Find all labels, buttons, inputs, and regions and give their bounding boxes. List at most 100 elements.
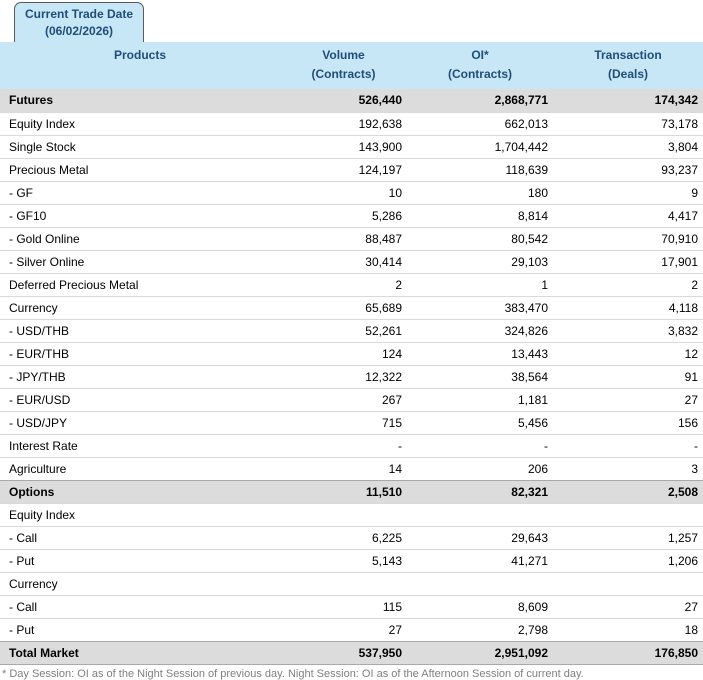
cell-oi: -: [407, 434, 553, 457]
table-row: Currency: [0, 572, 703, 595]
cell-product: - EUR/THB: [0, 342, 280, 365]
cell-volume: -: [280, 434, 407, 457]
cell-product: - Call: [0, 595, 280, 618]
cell-product: - Put: [0, 618, 280, 641]
table-row: Options11,51082,3212,508: [0, 480, 703, 503]
cell-product: - GF: [0, 181, 280, 204]
tab-bar: Current Trade Date (06/02/2026): [0, 0, 703, 42]
cell-oi: 38,564: [407, 365, 553, 388]
cell-deals: 4,118: [553, 296, 703, 319]
table-row: Precious Metal124,197118,63993,237: [0, 158, 703, 181]
cell-volume: 143,900: [280, 135, 407, 158]
cell-deals: 70,910: [553, 227, 703, 250]
cell-product: Agriculture: [0, 457, 280, 480]
cell-deals: 73,178: [553, 112, 703, 135]
tab-title: Current Trade Date: [25, 6, 133, 23]
cell-oi: [407, 503, 553, 526]
cell-deals: 3,832: [553, 319, 703, 342]
cell-deals: 18: [553, 618, 703, 641]
cell-product: Options: [0, 480, 280, 503]
cell-product: - Call: [0, 526, 280, 549]
cell-deals: 174,342: [553, 89, 703, 112]
table-row: Equity Index192,638662,01373,178: [0, 112, 703, 135]
tab-current-trade-date[interactable]: Current Trade Date (06/02/2026): [14, 2, 144, 42]
table-row: - Put5,14341,2711,206: [0, 549, 703, 572]
cell-product: Currency: [0, 572, 280, 595]
column-header-volume: Volume (Contracts): [280, 42, 407, 89]
cell-deals: -: [553, 434, 703, 457]
table-row: Currency65,689383,4704,118: [0, 296, 703, 319]
cell-deals: 4,417: [553, 204, 703, 227]
cell-product: - Gold Online: [0, 227, 280, 250]
cell-volume: 115: [280, 595, 407, 618]
table-row: Equity Index: [0, 503, 703, 526]
cell-deals: 93,237: [553, 158, 703, 181]
cell-volume: 2: [280, 273, 407, 296]
cell-volume: 10: [280, 181, 407, 204]
cell-oi: 324,826: [407, 319, 553, 342]
cell-oi: 82,321: [407, 480, 553, 503]
cell-oi: 41,271: [407, 549, 553, 572]
cell-oi: 29,643: [407, 526, 553, 549]
cell-product: Currency: [0, 296, 280, 319]
column-header-transaction: Transaction (Deals): [553, 42, 703, 89]
table-row: - JPY/THB12,32238,56491: [0, 365, 703, 388]
column-header-oi: OI* (Contracts): [407, 42, 553, 89]
market-summary-table: Products Volume (Contracts) OI* (Contrac…: [0, 42, 703, 665]
cell-oi: 118,639: [407, 158, 553, 181]
cell-oi: 383,470: [407, 296, 553, 319]
cell-deals: 156: [553, 411, 703, 434]
cell-deals: 3,804: [553, 135, 703, 158]
table-row: - EUR/THB12413,44312: [0, 342, 703, 365]
cell-oi: 1: [407, 273, 553, 296]
table-row: - Gold Online88,48780,54270,910: [0, 227, 703, 250]
cell-volume: 11,510: [280, 480, 407, 503]
cell-deals: 176,850: [553, 641, 703, 664]
cell-volume: 267: [280, 388, 407, 411]
table-row: - Silver Online30,41429,10317,901: [0, 250, 703, 273]
cell-product: - GF10: [0, 204, 280, 227]
cell-volume: 27: [280, 618, 407, 641]
cell-deals: 91: [553, 365, 703, 388]
table-header: Products Volume (Contracts) OI* (Contrac…: [0, 42, 703, 89]
table-row: - GF105,2868,8144,417: [0, 204, 703, 227]
cell-volume: 65,689: [280, 296, 407, 319]
cell-volume: 14: [280, 457, 407, 480]
table-row: - Call1158,60927: [0, 595, 703, 618]
cell-product: - EUR/USD: [0, 388, 280, 411]
cell-deals: 17,901: [553, 250, 703, 273]
tab-date: (06/02/2026): [25, 23, 133, 40]
cell-product: Single Stock: [0, 135, 280, 158]
cell-volume: 5,286: [280, 204, 407, 227]
cell-volume: 124: [280, 342, 407, 365]
table-row: Agriculture142063: [0, 457, 703, 480]
cell-oi: 2,798: [407, 618, 553, 641]
cell-volume: 6,225: [280, 526, 407, 549]
cell-product: - JPY/THB: [0, 365, 280, 388]
cell-deals: 12: [553, 342, 703, 365]
cell-product: - USD/JPY: [0, 411, 280, 434]
cell-product: Equity Index: [0, 112, 280, 135]
cell-volume: 192,638: [280, 112, 407, 135]
cell-volume: 5,143: [280, 549, 407, 572]
cell-oi: 8,609: [407, 595, 553, 618]
cell-oi: 1,704,442: [407, 135, 553, 158]
table-row: Total Market537,9502,951,092176,850: [0, 641, 703, 664]
cell-deals: [553, 572, 703, 595]
cell-product: Precious Metal: [0, 158, 280, 181]
footnote: * Day Session: OI as of the Night Sessio…: [0, 665, 703, 680]
table-row: - USD/JPY7155,456156: [0, 411, 703, 434]
market-table-body: Futures526,4402,868,771174,342Equity Ind…: [0, 89, 703, 664]
cell-volume: 30,414: [280, 250, 407, 273]
cell-volume: [280, 572, 407, 595]
cell-volume: 88,487: [280, 227, 407, 250]
cell-deals: 1,206: [553, 549, 703, 572]
cell-product: Deferred Precious Metal: [0, 273, 280, 296]
cell-product: Equity Index: [0, 503, 280, 526]
cell-oi: 662,013: [407, 112, 553, 135]
cell-deals: 2,508: [553, 480, 703, 503]
cell-deals: 2: [553, 273, 703, 296]
cell-volume: 537,950: [280, 641, 407, 664]
cell-oi: 1,181: [407, 388, 553, 411]
table-row: - EUR/USD2671,18127: [0, 388, 703, 411]
